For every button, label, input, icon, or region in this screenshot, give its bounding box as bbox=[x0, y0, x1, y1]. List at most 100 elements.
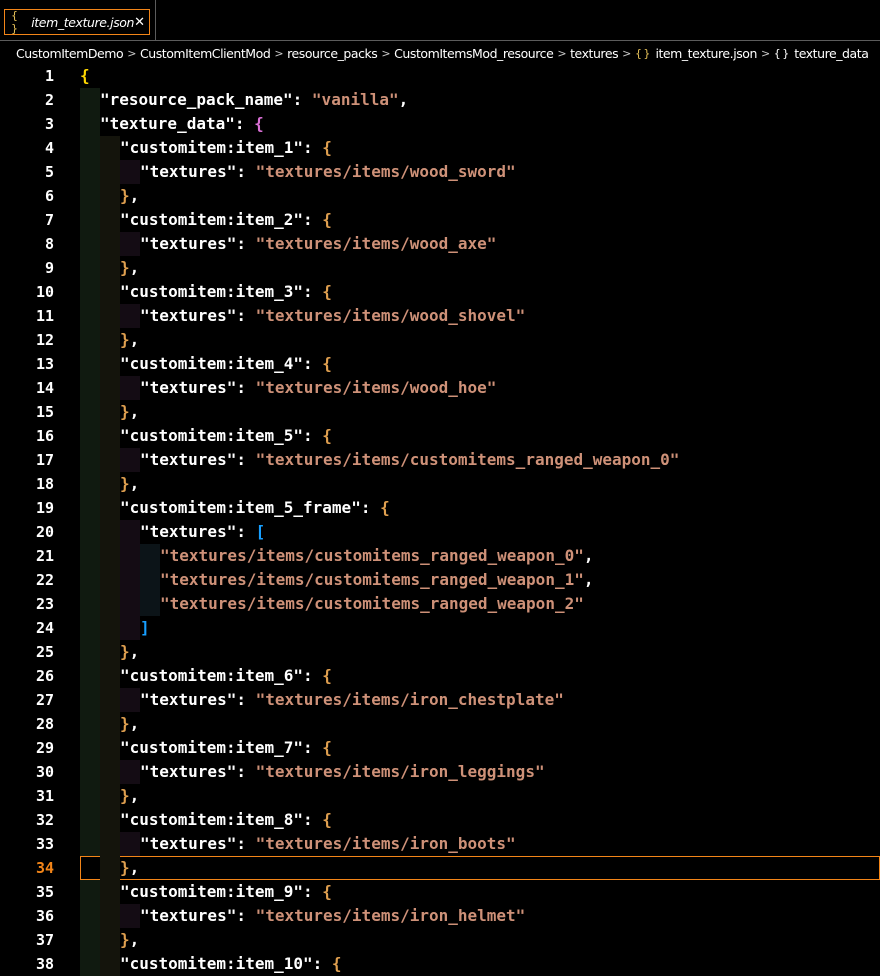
breadcrumb-item[interactable]: resource_packs bbox=[287, 46, 378, 61]
code-line: 36 "textures": "textures/items/iron_helm… bbox=[0, 904, 880, 928]
code-line: 5 "textures": "textures/items/wood_sword… bbox=[0, 160, 880, 184]
breadcrumb-item[interactable]: texture_data bbox=[794, 46, 869, 61]
line-number: 31 bbox=[35, 787, 54, 805]
code-line: 15 }, bbox=[0, 400, 880, 424]
breadcrumb-item[interactable]: CustomItemsMod_resource bbox=[394, 46, 554, 61]
line-number: 11 bbox=[35, 307, 54, 325]
line-number: 28 bbox=[35, 715, 54, 733]
breadcrumb-item[interactable]: CustomItemDemo bbox=[16, 46, 124, 61]
code-line: 3 "texture_data": { bbox=[0, 112, 880, 136]
code-line: 32 "customitem:item_8": { bbox=[0, 808, 880, 832]
current-code-line[interactable]: 34 }, bbox=[0, 856, 880, 880]
code-line: 7 "customitem:item_2": { bbox=[0, 208, 880, 232]
breadcrumb-item[interactable]: textures bbox=[570, 46, 619, 61]
code-line: 26 "customitem:item_6": { bbox=[0, 664, 880, 688]
line-number: 23 bbox=[35, 595, 54, 613]
code-line: 23 "textures/items/customitems_ranged_we… bbox=[0, 592, 880, 616]
line-number: 20 bbox=[35, 523, 54, 541]
code-line: 29 "customitem:item_7": { bbox=[0, 736, 880, 760]
line-number: 27 bbox=[35, 691, 54, 709]
code-line: 38 "customitem:item_10": { bbox=[0, 952, 880, 976]
chevron-right-icon: > bbox=[127, 46, 136, 60]
code-line: 19 "customitem:item_5_frame": { bbox=[0, 496, 880, 520]
tab-bar: { } item_texture.json ✕ bbox=[0, 0, 880, 41]
close-icon[interactable]: ✕ bbox=[134, 15, 145, 30]
line-number: 17 bbox=[35, 451, 54, 469]
code-line: 8 "textures": "textures/items/wood_axe" bbox=[0, 232, 880, 256]
line-number: 37 bbox=[35, 931, 54, 949]
json-file-icon: { } bbox=[11, 9, 18, 35]
chevron-right-icon: > bbox=[381, 46, 391, 60]
line-number: 32 bbox=[35, 811, 54, 829]
line-number: 38 bbox=[35, 955, 54, 973]
code-line: 25 }, bbox=[0, 640, 880, 664]
line-number: 5 bbox=[44, 163, 54, 181]
breadcrumb-item[interactable]: item_texture.json bbox=[655, 46, 757, 61]
code-line: 24 ] bbox=[0, 616, 880, 640]
code-line: 35 "customitem:item_9": { bbox=[0, 880, 880, 904]
line-number: 6 bbox=[44, 187, 54, 205]
line-number: 15 bbox=[35, 403, 54, 421]
code-line: 22 "textures/items/customitems_ranged_we… bbox=[0, 568, 880, 592]
line-number: 35 bbox=[35, 883, 54, 901]
line-number: 21 bbox=[35, 547, 54, 565]
object-icon: { } bbox=[773, 46, 789, 60]
code-line: 27 "textures": "textures/items/iron_ches… bbox=[0, 688, 880, 712]
line-number: 26 bbox=[35, 667, 54, 685]
line-number: 9 bbox=[44, 259, 54, 277]
editor-tab[interactable]: { } item_texture.json ✕ bbox=[0, 0, 156, 40]
code-line: 37 }, bbox=[0, 928, 880, 952]
chevron-right-icon: > bbox=[622, 46, 631, 60]
line-number: 24 bbox=[35, 619, 54, 637]
code-line: 33 "textures": "textures/items/iron_boot… bbox=[0, 832, 880, 856]
code-line: 20 "textures": [ bbox=[0, 520, 880, 544]
line-number: 16 bbox=[35, 427, 54, 445]
code-line: 1 { bbox=[0, 64, 880, 88]
breadcrumb-item[interactable]: CustomItemClientMod bbox=[140, 46, 271, 61]
code-line: 30 "textures": "textures/items/iron_legg… bbox=[0, 760, 880, 784]
tab-label[interactable]: item_texture.json bbox=[31, 15, 134, 30]
code-line: 2 "resource_pack_name": "vanilla", bbox=[0, 88, 880, 112]
line-number: 14 bbox=[35, 379, 54, 397]
code-line: 17 "textures": "textures/items/customite… bbox=[0, 448, 880, 472]
code-line: 18 }, bbox=[0, 472, 880, 496]
code-line: 9 }, bbox=[0, 256, 880, 280]
json-file-icon: { } bbox=[634, 46, 650, 60]
code-line: 13 "customitem:item_4": { bbox=[0, 352, 880, 376]
line-number: 4 bbox=[44, 139, 54, 157]
code-line: 21 "textures/items/customitems_ranged_we… bbox=[0, 544, 880, 568]
chevron-right-icon: > bbox=[760, 46, 770, 60]
cursor-line-highlight bbox=[80, 856, 880, 880]
line-number: 33 bbox=[35, 835, 54, 853]
line-number: 29 bbox=[35, 739, 54, 757]
code-line: 12 }, bbox=[0, 328, 880, 352]
line-number: 34 bbox=[35, 859, 54, 877]
code-line: 28 }, bbox=[0, 712, 880, 736]
line-number: 22 bbox=[35, 571, 54, 589]
line-number: 30 bbox=[35, 763, 54, 781]
code-line: 11 "textures": "textures/items/wood_shov… bbox=[0, 304, 880, 328]
code-line: 10 "customitem:item_3": { bbox=[0, 280, 880, 304]
editor-tab-focus[interactable]: { } item_texture.json ✕ bbox=[4, 9, 150, 35]
line-number: 7 bbox=[44, 211, 54, 229]
line-number: 19 bbox=[35, 499, 54, 517]
code-line: 6 }, bbox=[0, 184, 880, 208]
line-number: 25 bbox=[35, 643, 54, 661]
code-editor[interactable]: 1 { 2 "resource_pack_name": "vanilla", 3… bbox=[0, 64, 880, 976]
line-number: 8 bbox=[44, 235, 54, 253]
code-line: 16 "customitem:item_5": { bbox=[0, 424, 880, 448]
code-line: 4 "customitem:item_1": { bbox=[0, 136, 880, 160]
line-number: 13 bbox=[35, 355, 54, 373]
chevron-right-icon: > bbox=[557, 46, 567, 60]
line-number: 2 bbox=[44, 91, 54, 109]
line-number: 36 bbox=[35, 907, 54, 925]
line-number: 18 bbox=[35, 475, 54, 493]
line-number: 12 bbox=[35, 331, 54, 349]
line-number: 1 bbox=[44, 67, 54, 85]
code-line: 31 }, bbox=[0, 784, 880, 808]
code-line: 14 "textures": "textures/items/wood_hoe" bbox=[0, 376, 880, 400]
line-number: 10 bbox=[35, 283, 54, 301]
breadcrumb: CustomItemDemo > CustomItemClientMod > r… bbox=[0, 42, 880, 64]
chevron-right-icon: > bbox=[274, 46, 284, 60]
line-number: 3 bbox=[44, 115, 54, 133]
